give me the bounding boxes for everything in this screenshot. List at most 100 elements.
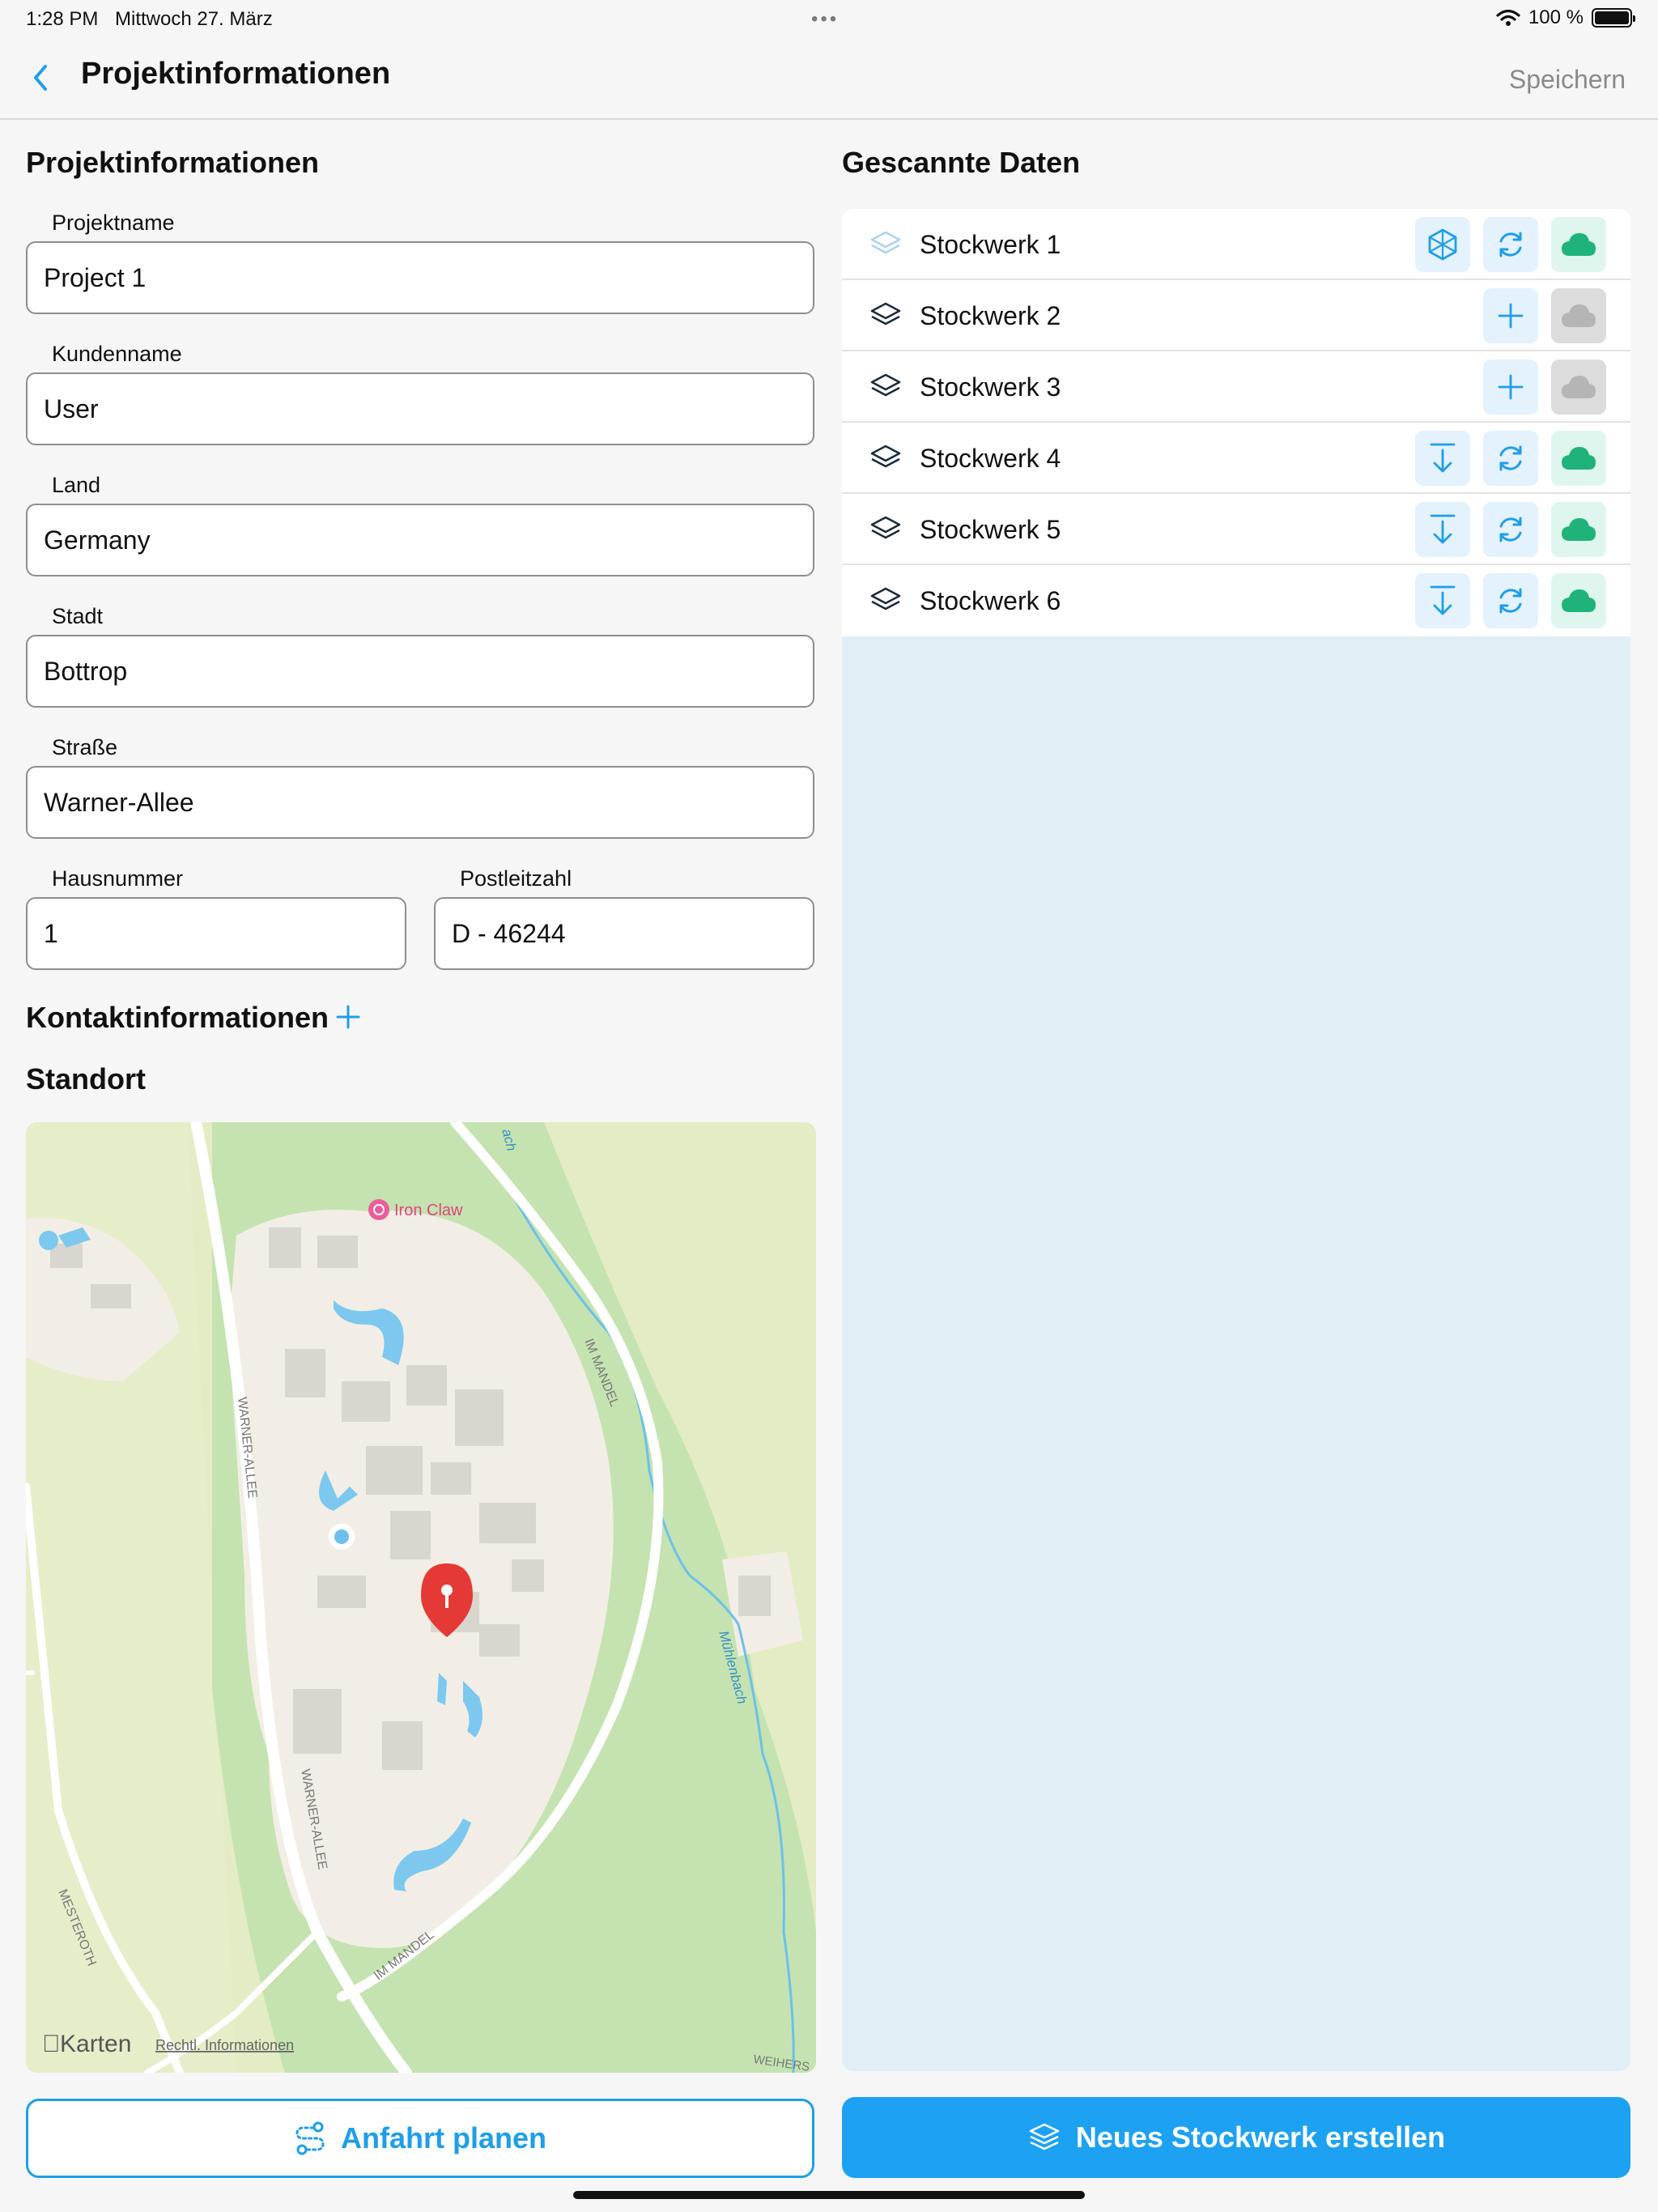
location-map[interactable]: WARNER-ALLEE WARNER-ALLEE IM MANDEL IM M…: [26, 1122, 816, 2073]
floor-actions: [1415, 502, 1606, 557]
floor-actions: [1483, 288, 1606, 343]
cloud-status-button[interactable]: [1551, 573, 1606, 628]
route-icon: [295, 2121, 325, 2155]
layers-icon: [870, 373, 901, 397]
page-title: Projektinformationen: [81, 57, 391, 91]
floor-name: Stockwerk 2: [920, 301, 1061, 330]
sync-button[interactable]: [1483, 573, 1538, 628]
cloud-status-button[interactable]: [1551, 359, 1606, 415]
cloud-icon: [1562, 376, 1596, 398]
add-scan-button[interactable]: [1483, 288, 1538, 343]
scanned-data-panel: Stockwerk 1 Stockwerk 2 Stockwerk 3 Stoc…: [842, 209, 1630, 2071]
download-button[interactable]: [1415, 573, 1470, 628]
contact-section-title: Kontaktinformationen: [26, 1001, 329, 1034]
back-chevron-icon[interactable]: [28, 60, 52, 96]
cloud-icon: [1562, 304, 1596, 327]
layers-icon: [870, 516, 901, 539]
download-icon: [1430, 443, 1456, 473]
wifi-icon: [1496, 9, 1520, 26]
strasse-label: Straße: [52, 735, 118, 759]
floor-name: Stockwerk 1: [920, 230, 1061, 259]
plan-route-button[interactable]: Anfahrt planen: [26, 2099, 814, 2178]
stadt-label: Stadt: [52, 604, 104, 628]
floor-actions: [1483, 359, 1606, 415]
floor-row[interactable]: Stockwerk 5: [842, 494, 1630, 565]
cloud-icon: [1562, 233, 1596, 256]
plan-route-label: Anfahrt planen: [340, 2121, 546, 2155]
sync-button[interactable]: [1483, 217, 1538, 272]
map-legal-link[interactable]: Rechtl. Informationen: [155, 2037, 294, 2053]
location-section-title: Standort: [26, 1062, 146, 1095]
cloud-icon: [1562, 518, 1596, 541]
cloud-status-button[interactable]: [1551, 217, 1606, 272]
cloud-status-button[interactable]: [1551, 502, 1606, 557]
postleitzahl-field[interactable]: D - 46244: [434, 897, 814, 970]
layers-icon: [870, 587, 901, 610]
download-button[interactable]: [1415, 431, 1470, 486]
kundenname-field[interactable]: User: [26, 372, 814, 445]
battery-percent: 100 %: [1528, 6, 1584, 28]
cube-3d-icon: [1428, 228, 1457, 261]
sync-button[interactable]: [1483, 502, 1538, 557]
floor-row[interactable]: Stockwerk 2: [842, 280, 1630, 351]
floor-actions: [1415, 431, 1606, 486]
cloud-status-button[interactable]: [1551, 431, 1606, 486]
new-floor-label: Neues Stockwerk erstellen: [1075, 2121, 1446, 2154]
add-contact-plus-icon[interactable]: [335, 1004, 361, 1030]
new-floor-button[interactable]: Neues Stockwerk erstellen: [842, 2097, 1630, 2178]
floor-name: Stockwerk 6: [920, 586, 1061, 615]
floor-actions: [1415, 573, 1606, 628]
plus-icon: [1498, 303, 1524, 329]
strasse-field[interactable]: Warner-Allee: [26, 766, 814, 839]
hausnummer-field[interactable]: 1: [26, 897, 406, 970]
status-right: 100 %: [1496, 6, 1635, 29]
floor-actions: [1415, 217, 1606, 272]
projektname-field[interactable]: Project 1: [26, 241, 814, 314]
sync-icon: [1499, 588, 1522, 614]
map-brand-label: Karten: [60, 2031, 131, 2057]
floor-row[interactable]: Stockwerk 3: [842, 351, 1630, 423]
cloud-icon: [1562, 589, 1596, 612]
download-icon: [1430, 514, 1456, 544]
postleitzahl-label: Postleitzahl: [460, 866, 572, 891]
sync-icon: [1499, 517, 1522, 542]
floor-list: Stockwerk 1 Stockwerk 2 Stockwerk 3 Stoc…: [842, 209, 1630, 636]
sync-icon: [1499, 232, 1522, 257]
map-poi-label[interactable]: Iron Claw: [394, 1202, 463, 1219]
multitasking-dots-icon[interactable]: •••: [811, 8, 839, 31]
save-button[interactable]: Speichern: [1509, 65, 1626, 95]
layers-icon-faded: [870, 231, 901, 254]
battery-icon: [1592, 8, 1635, 28]
add-scan-button[interactable]: [1483, 359, 1538, 415]
floor-row[interactable]: Stockwerk 1: [842, 209, 1630, 280]
stadt-field[interactable]: Bottrop: [26, 635, 814, 708]
home-indicator[interactable]: [573, 2191, 1085, 2199]
apple-logo-icon: : [42, 2031, 61, 2057]
land-field[interactable]: Germany: [26, 504, 814, 576]
download-icon: [1430, 585, 1456, 615]
floor-name: Stockwerk 5: [920, 515, 1061, 544]
status-time: 1:28 PM: [26, 8, 99, 30]
scanned-section-title: Gescannte Daten: [842, 146, 1081, 179]
land-label: Land: [52, 473, 101, 497]
floor-name: Stockwerk 4: [920, 444, 1061, 473]
layers-icon: [870, 445, 901, 468]
view-3d-button[interactable]: [1415, 217, 1470, 272]
floor-name: Stockwerk 3: [920, 372, 1061, 402]
form-section-title: Projektinformationen: [26, 146, 320, 179]
poi-icon[interactable]: [368, 1199, 389, 1220]
sync-icon: [1499, 445, 1522, 471]
cloud-icon: [1562, 447, 1596, 470]
cloud-status-button[interactable]: [1551, 288, 1606, 343]
layers-stack-icon: [1029, 2123, 1060, 2150]
plus-icon: [1498, 374, 1524, 400]
hausnummer-label: Hausnummer: [52, 866, 184, 891]
status-date: Mittwoch 27. März: [115, 8, 273, 30]
floor-row[interactable]: Stockwerk 6: [842, 565, 1630, 636]
download-button[interactable]: [1415, 502, 1470, 557]
navigation-bar: Projektinformationen Speichern: [0, 39, 1658, 120]
sync-button[interactable]: [1483, 431, 1538, 486]
status-bar: 1:28 PM Mittwoch 27. März ••• 100 %: [0, 0, 1658, 39]
kundenname-label: Kundenname: [52, 342, 182, 366]
floor-row[interactable]: Stockwerk 4: [842, 423, 1630, 494]
